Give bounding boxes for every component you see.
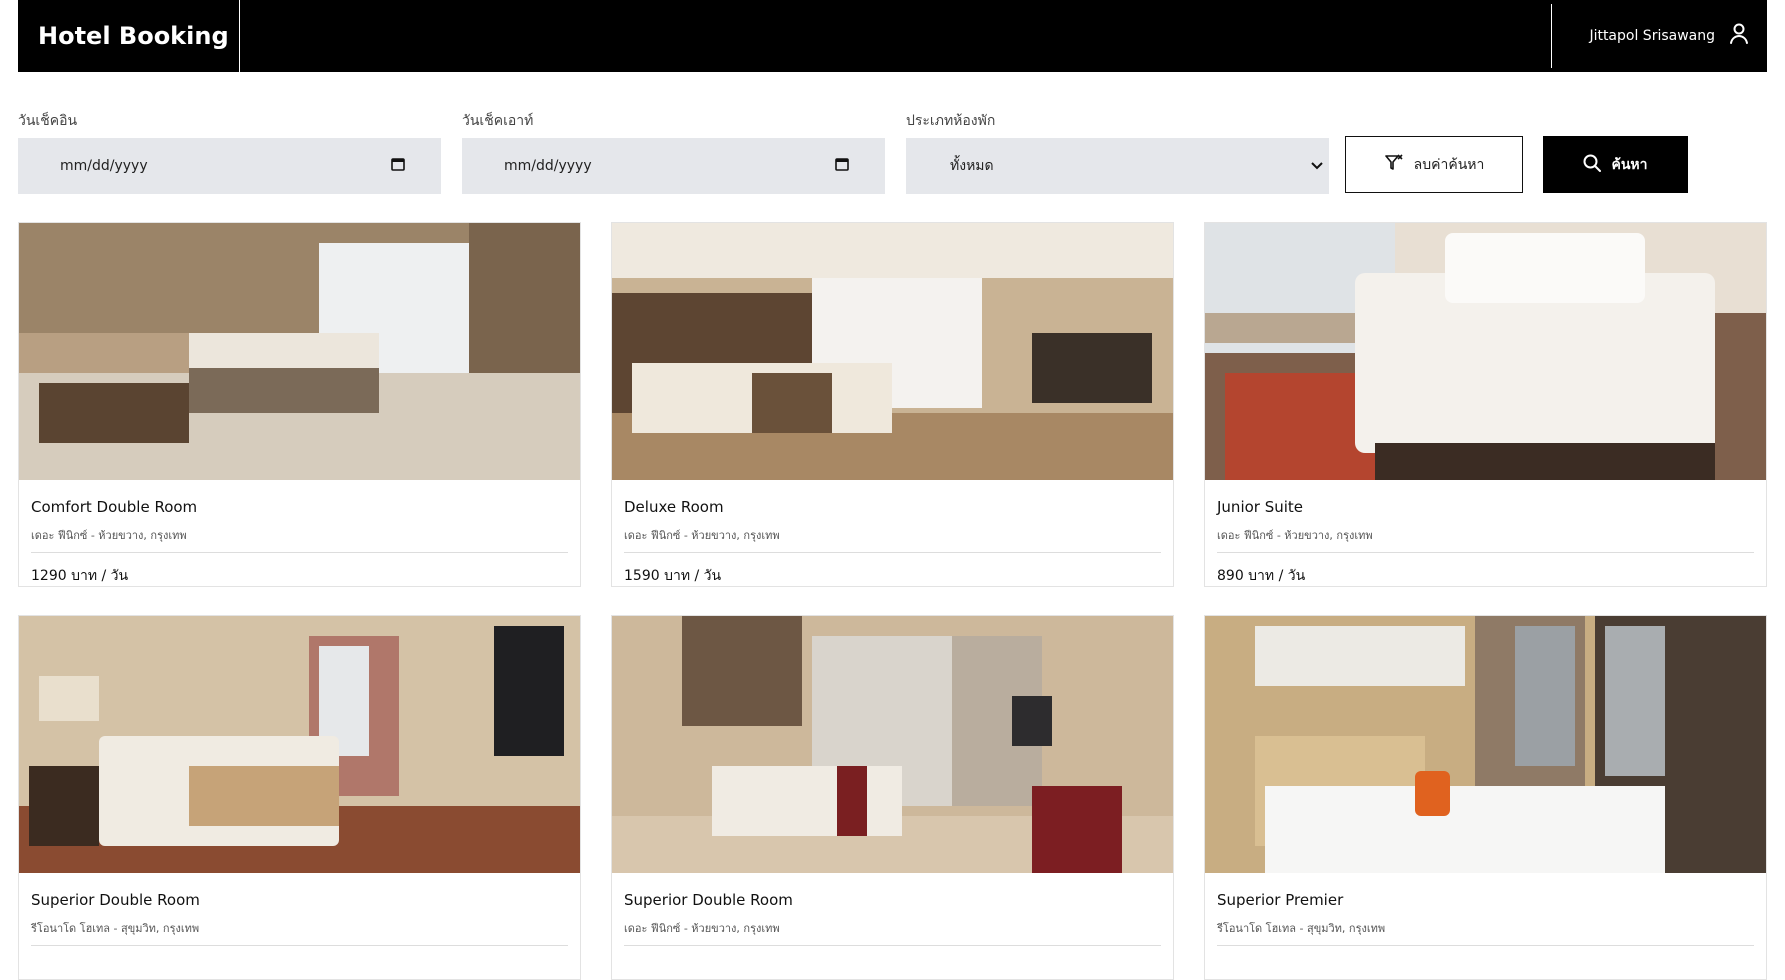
filter-clear-icon (1384, 153, 1404, 177)
room-card[interactable]: Junior Suite เดอะ ฟีนิกซ์ - ห้วยขวาง, กร… (1204, 222, 1767, 587)
room-name: Superior Premier (1217, 891, 1344, 909)
room-details: Comfort Double Room เดอะ ฟีนิกซ์ - ห้วยข… (31, 498, 568, 587)
room-photo (612, 616, 1173, 873)
roomtype-label: ประเภทห้องพัก (906, 113, 996, 129)
room-card[interactable]: Superior Premier รีโอนาโด โฮเทล - สุขุมว… (1204, 615, 1767, 980)
room-photo (1205, 616, 1766, 873)
room-details: Junior Suite เดอะ ฟีนิกซ์ - ห้วยขวาง, กร… (1217, 498, 1754, 587)
room-details: Superior Premier รีโอนาโด โฮเทล - สุขุมว… (1217, 891, 1754, 958)
room-location: รีโอนาโด โฮเทล - สุขุมวิท, กรุงเทพ (1217, 919, 1754, 946)
user-icon (1729, 23, 1749, 49)
search-label: ค้นหา (1611, 156, 1648, 173)
roomtype-select[interactable]: ทั้งหมด (906, 138, 1329, 194)
room-name: Junior Suite (1217, 498, 1304, 516)
checkout-label: วันเช็คเอาท์ (462, 113, 534, 129)
header-bar: Hotel Booking Jittapol Srisawang (18, 0, 1767, 72)
room-details: Superior Double Room รีโอนาโด โฮเทล - สุ… (31, 891, 568, 958)
room-photo (19, 616, 580, 873)
room-name: Comfort Double Room (31, 498, 198, 516)
checkin-input[interactable]: mm/dd/yyyy (18, 138, 441, 194)
room-card[interactable]: Superior Double Room เดอะ ฟีนิกซ์ - ห้วย… (611, 615, 1174, 980)
room-price: 890 บาท / วัน (1217, 568, 1306, 584)
user-name: Jittapol Srisawang (1589, 28, 1715, 44)
checkout-value: mm/dd/yyyy (504, 158, 592, 174)
room-photo (19, 223, 580, 480)
calendar-icon (835, 157, 849, 175)
room-photo (1205, 223, 1766, 480)
room-card[interactable]: Deluxe Room เดอะ ฟีนิกซ์ - ห้วยขวาง, กรุ… (611, 222, 1174, 587)
checkout-field: วันเช็คเอาท์ mm/dd/yyyy (462, 110, 885, 194)
checkin-value: mm/dd/yyyy (60, 158, 148, 174)
room-name: Deluxe Room (624, 498, 724, 516)
room-price: 1290 บาท / วัน (31, 568, 129, 584)
clear-filters-label: ลบค่าค้นหา (1413, 156, 1485, 173)
search-button[interactable]: ค้นหา (1543, 136, 1688, 193)
room-card[interactable]: Comfort Double Room เดอะ ฟีนิกซ์ - ห้วยข… (18, 222, 581, 587)
room-card[interactable]: Superior Double Room รีโอนาโด โฮเทล - สุ… (18, 615, 581, 980)
room-location: เดอะ ฟีนิกซ์ - ห้วยขวาง, กรุงเทพ (31, 526, 568, 553)
room-details: Deluxe Room เดอะ ฟีนิกซ์ - ห้วยขวาง, กรุ… (624, 498, 1161, 587)
room-price: 1590 บาท / วัน (624, 568, 722, 584)
room-details: Superior Double Room เดอะ ฟีนิกซ์ - ห้วย… (624, 891, 1161, 958)
room-location: รีโอนาโด โฮเทล - สุขุมวิท, กรุงเทพ (31, 919, 568, 946)
checkin-label: วันเช็คอิน (18, 113, 78, 129)
checkin-field: วันเช็คอิน mm/dd/yyyy (18, 110, 441, 194)
roomtype-value: ทั้งหมด (950, 158, 994, 174)
room-location: เดอะ ฟีนิกซ์ - ห้วยขวาง, กรุงเทพ (624, 526, 1161, 553)
search-filters: วันเช็คอิน mm/dd/yyyy วันเช็คเอาท์ mm/dd… (18, 110, 1767, 200)
chevron-down-icon (1311, 158, 1323, 174)
checkout-input[interactable]: mm/dd/yyyy (462, 138, 885, 194)
room-name: Superior Double Room (624, 891, 793, 909)
search-icon (1583, 154, 1602, 176)
room-location: เดอะ ฟีนิกซ์ - ห้วยขวาง, กรุงเทพ (1217, 526, 1754, 553)
user-menu[interactable]: Jittapol Srisawang (1551, 4, 1767, 68)
clear-filters-button[interactable]: ลบค่าค้นหา (1345, 136, 1523, 193)
room-location: เดอะ ฟีนิกซ์ - ห้วยขวาง, กรุงเทพ (624, 919, 1161, 946)
brand-title[interactable]: Hotel Booking (18, 0, 240, 72)
roomtype-field: ประเภทห้องพัก ทั้งหมด (906, 110, 1329, 194)
room-photo (612, 223, 1173, 480)
calendar-icon (391, 157, 405, 175)
room-name: Superior Double Room (31, 891, 200, 909)
